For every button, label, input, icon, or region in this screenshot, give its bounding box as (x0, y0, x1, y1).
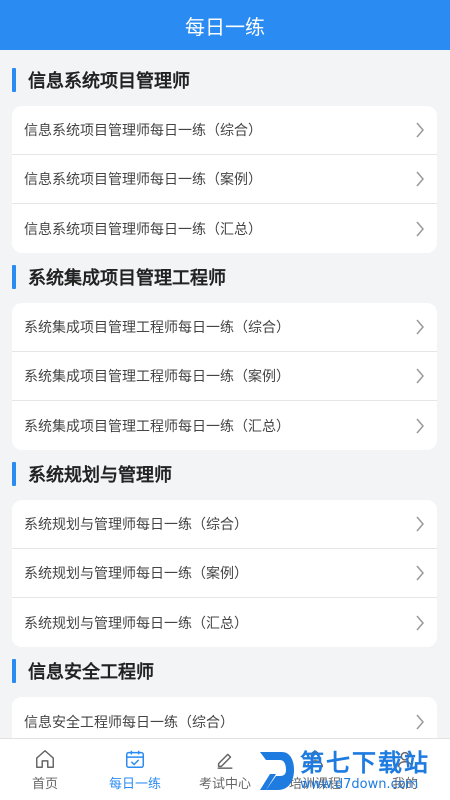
watermark-text: 第七下载站 www.d7down.com (300, 749, 430, 793)
list-item[interactable]: 信息系统项目管理师每日一练（综合） (12, 106, 437, 155)
section-card: 信息安全工程师每日一练（综合） (12, 697, 437, 738)
chevron-right-icon (416, 221, 424, 236)
section-accent-bar (12, 68, 16, 92)
section-card: 信息系统项目管理师每日一练（综合） 信息系统项目管理师每日一练（案例） 信息系统… (12, 106, 437, 253)
section-card: 系统集成项目管理工程师每日一练（综合） 系统集成项目管理工程师每日一练（案例） … (12, 303, 437, 450)
section-accent-bar (12, 265, 16, 289)
home-icon (36, 749, 54, 768)
list-item[interactable]: 信息安全工程师每日一练（综合） (12, 697, 437, 738)
list-item[interactable]: 系统集成项目管理工程师每日一练（综合） (12, 303, 437, 352)
chevron-right-icon (416, 418, 424, 433)
section-title-text: 信息系统项目管理师 (28, 71, 190, 92)
section-title-text: 系统集成项目管理工程师 (28, 268, 226, 289)
list-item[interactable]: 系统规划与管理师每日一练（综合） (12, 500, 437, 549)
section-title: 系统规划与管理师 (12, 460, 172, 488)
section-title: 系统集成项目管理工程师 (12, 263, 226, 291)
chevron-right-icon (416, 615, 424, 630)
chevron-right-icon (416, 171, 424, 187)
list-item-label: 系统集成项目管理工程师每日一练（汇总） (24, 418, 290, 435)
list-item[interactable]: 系统集成项目管理工程师每日一练（案例） (12, 352, 437, 401)
section-accent-bar (12, 462, 16, 486)
list-item-label: 信息系统项目管理师每日一练（综合） (24, 123, 262, 139)
section-title-text: 信息安全工程师 (28, 662, 154, 683)
chevron-right-icon (416, 565, 424, 581)
list-item[interactable]: 系统集成项目管理工程师每日一练（汇总） (12, 401, 437, 450)
chevron-right-icon (416, 122, 424, 138)
tab-label: 考试中心 (198, 776, 251, 792)
chevron-right-icon (416, 516, 424, 532)
list-item[interactable]: 系统规划与管理师每日一练（汇总） (12, 598, 437, 647)
watermark-url: www.d7down.com (300, 777, 419, 792)
tab-daily-practice[interactable]: 每日一练 (90, 739, 180, 800)
tab-home[interactable]: 首页 (0, 739, 90, 800)
app-header: 每日一练 (0, 0, 450, 50)
list-item-label: 系统规划与管理师每日一练（汇总） (24, 615, 248, 632)
tab-label: 每日一练 (108, 776, 161, 792)
pencil-icon (217, 753, 233, 769)
list-item-label: 信息系统项目管理师每日一练（汇总） (24, 221, 262, 238)
section-accent-bar (12, 659, 16, 683)
main-content[interactable]: 信息系统项目管理师 信息系统项目管理师每日一练（综合） 信息系统项目管理师每日一… (0, 50, 450, 738)
chevron-right-icon (416, 319, 424, 335)
chevron-right-icon (416, 714, 424, 729)
list-item[interactable]: 信息系统项目管理师每日一练（案例） (12, 155, 437, 204)
chevron-right-icon (416, 368, 424, 384)
list-item-label: 信息安全工程师每日一练（综合） (24, 714, 234, 731)
list-item[interactable]: 系统规划与管理师每日一练（案例） (12, 549, 437, 598)
section-title: 信息安全工程师 (12, 657, 154, 685)
list-item-label: 系统规划与管理师每日一练（案例） (24, 566, 248, 582)
watermark: 第七下载站 www.d7down.com (256, 742, 450, 800)
watermark-title: 第七下载站 (300, 749, 430, 777)
list-item-label: 系统规划与管理师每日一练（综合） (24, 517, 248, 533)
list-item-label: 系统集成项目管理工程师每日一练（综合） (24, 320, 290, 336)
page-title: 每日一练 (185, 14, 265, 39)
section-card: 系统规划与管理师每日一练（综合） 系统规划与管理师每日一练（案例） 系统规划与管… (12, 500, 437, 647)
d7-logo-icon (260, 752, 294, 790)
calendar-icon (126, 750, 144, 768)
list-item-label: 系统集成项目管理工程师每日一练（案例） (24, 369, 290, 385)
tab-label: 首页 (31, 776, 58, 792)
section-title: 信息系统项目管理师 (12, 66, 190, 94)
section-title-text: 系统规划与管理师 (28, 465, 172, 486)
list-item[interactable]: 信息系统项目管理师每日一练（汇总） (12, 204, 437, 253)
list-item-label: 信息系统项目管理师每日一练（案例） (24, 172, 262, 188)
